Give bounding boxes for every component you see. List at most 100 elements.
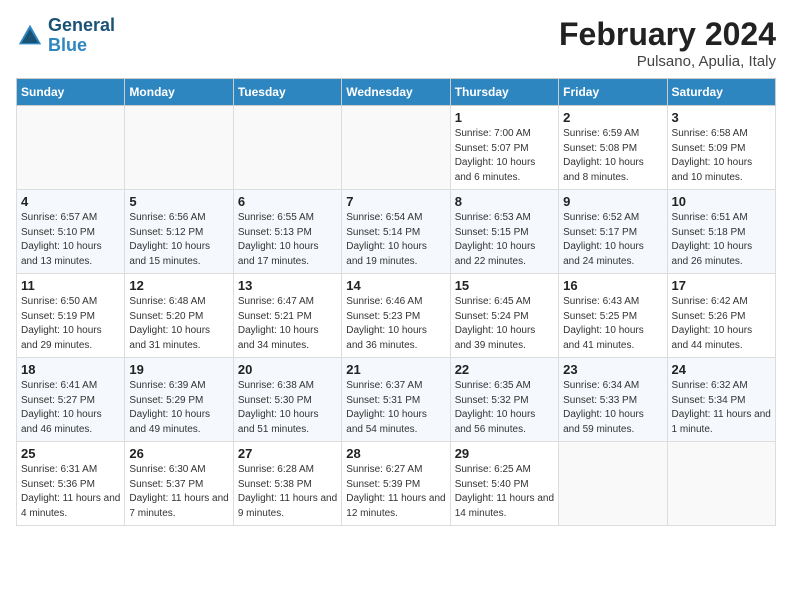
day-number: 7 [346, 194, 445, 209]
calendar-cell: 3Sunrise: 6:58 AMSunset: 5:09 PMDaylight… [667, 106, 775, 190]
day-number: 22 [455, 362, 554, 377]
day-number: 27 [238, 446, 337, 461]
calendar-week-row: 11 Sunrise: 6:50 AMSunset: 5:19 PMDayligh… [17, 274, 776, 358]
calendar-cell: 26 Sunrise: 6:30 AMSunset: 5:37 PMDayligh… [125, 442, 233, 526]
day-info: Sunrise: 6:59 AMSunset: 5:08 PMDaylight:… [563, 127, 662, 185]
month-year: February 2024 [559, 16, 776, 53]
day-info: Sunrise: 6:34 AMSunset: 5:33 PMDaylight:… [563, 379, 662, 437]
calendar-cell: 28 Sunrise: 6:27 AMSunset: 5:39 PMDayligh… [342, 442, 450, 526]
calendar-cell: 16 Sunrise: 6:43 AMSunset: 5:25 PMDayligh… [559, 274, 667, 358]
day-number: 11 [21, 278, 120, 293]
calendar-cell: 19Sunrise: 6:39 AMSunset: 5:29 PMDayligh… [125, 358, 233, 442]
calendar-week-row: 4Sunrise: 6:57 AMSunset: 5:10 PMDaylight… [17, 190, 776, 274]
day-number: 18 [21, 362, 120, 377]
weekday-header: Monday [125, 79, 233, 106]
day-number: 25 [21, 446, 120, 461]
day-number: 8 [455, 194, 554, 209]
day-number: 6 [238, 194, 337, 209]
calendar-cell: 2 Sunrise: 6:59 AMSunset: 5:08 PMDaylight… [559, 106, 667, 190]
calendar-cell: 13 Sunrise: 6:47 AMSunset: 5:21 PMDayligh… [233, 274, 341, 358]
day-number: 24 [672, 362, 771, 377]
day-info: Sunrise: 6:56 AMSunset: 5:12 PMDaylight:… [129, 211, 228, 269]
day-number: 29 [455, 446, 554, 461]
day-info: Sunrise: 6:25 AMSunset: 5:40 PMDaylight:… [455, 463, 554, 521]
calendar-cell: 21Sunrise: 6:37 AMSunset: 5:31 PMDayligh… [342, 358, 450, 442]
day-info: Sunrise: 6:50 AMSunset: 5:19 PMDaylight:… [21, 295, 120, 353]
day-info: Sunrise: 6:58 AMSunset: 5:09 PMDaylight:… [672, 127, 771, 185]
day-info: Sunrise: 6:41 AMSunset: 5:27 PMDaylight:… [21, 379, 120, 437]
day-info: Sunrise: 6:43 AMSunset: 5:25 PMDaylight:… [563, 295, 662, 353]
day-number: 20 [238, 362, 337, 377]
calendar-week-row: 18 Sunrise: 6:41 AMSunset: 5:27 PMDayligh… [17, 358, 776, 442]
calendar-cell [125, 106, 233, 190]
day-info: Sunrise: 6:27 AMSunset: 5:39 PMDaylight:… [346, 463, 445, 521]
day-info: Sunrise: 6:37 AMSunset: 5:31 PMDaylight:… [346, 379, 445, 437]
calendar-cell [17, 106, 125, 190]
calendar-table: SundayMondayTuesdayWednesdayThursdayFrid… [16, 78, 776, 526]
day-info: Sunrise: 6:52 AMSunset: 5:17 PMDaylight:… [563, 211, 662, 269]
day-info: Sunrise: 6:51 AMSunset: 5:18 PMDaylight:… [672, 211, 771, 269]
calendar-cell: 29 Sunrise: 6:25 AMSunset: 5:40 PMDayligh… [450, 442, 558, 526]
day-info: Sunrise: 6:30 AMSunset: 5:37 PMDaylight:… [129, 463, 228, 521]
day-number: 28 [346, 446, 445, 461]
calendar-week-row: 1 Sunrise: 7:00 AMSunset: 5:07 PMDaylight… [17, 106, 776, 190]
calendar-cell: 23 Sunrise: 6:34 AMSunset: 5:33 PMDayligh… [559, 358, 667, 442]
day-info: Sunrise: 6:38 AMSunset: 5:30 PMDaylight:… [238, 379, 337, 437]
day-number: 10 [672, 194, 771, 209]
logo: General Blue [16, 16, 115, 56]
calendar-cell: 17 Sunrise: 6:42 AMSunset: 5:26 PMDayligh… [667, 274, 775, 358]
day-info: Sunrise: 6:42 AMSunset: 5:26 PMDaylight:… [672, 295, 771, 353]
calendar-cell [667, 442, 775, 526]
calendar-cell: 5 Sunrise: 6:56 AMSunset: 5:12 PMDaylight… [125, 190, 233, 274]
day-number: 1 [455, 110, 554, 125]
calendar-cell: 18 Sunrise: 6:41 AMSunset: 5:27 PMDayligh… [17, 358, 125, 442]
day-number: 19 [129, 362, 228, 377]
calendar-cell [342, 106, 450, 190]
day-number: 13 [238, 278, 337, 293]
day-number: 23 [563, 362, 662, 377]
calendar-header: SundayMondayTuesdayWednesdayThursdayFrid… [17, 79, 776, 106]
day-info: Sunrise: 6:32 AMSunset: 5:34 PMDaylight:… [672, 379, 771, 437]
day-info: Sunrise: 6:47 AMSunset: 5:21 PMDaylight:… [238, 295, 337, 353]
calendar-cell: 15 Sunrise: 6:45 AMSunset: 5:24 PMDayligh… [450, 274, 558, 358]
calendar-cell [233, 106, 341, 190]
day-number: 15 [455, 278, 554, 293]
day-info: Sunrise: 6:48 AMSunset: 5:20 PMDaylight:… [129, 295, 228, 353]
calendar-cell: 24 Sunrise: 6:32 AMSunset: 5:34 PMDayligh… [667, 358, 775, 442]
calendar-cell: 22 Sunrise: 6:35 AMSunset: 5:32 PMDayligh… [450, 358, 558, 442]
day-info: Sunrise: 6:55 AMSunset: 5:13 PMDaylight:… [238, 211, 337, 269]
day-number: 14 [346, 278, 445, 293]
calendar-cell [559, 442, 667, 526]
day-number: 17 [672, 278, 771, 293]
location: Pulsano, Apulia, Italy [559, 53, 776, 70]
calendar-cell: 10 Sunrise: 6:51 AMSunset: 5:18 PMDayligh… [667, 190, 775, 274]
calendar-cell: 1 Sunrise: 7:00 AMSunset: 5:07 PMDaylight… [450, 106, 558, 190]
page-header: General Blue February 2024 Pulsano, Apul… [16, 16, 776, 70]
calendar-cell: 4Sunrise: 6:57 AMSunset: 5:10 PMDaylight… [17, 190, 125, 274]
calendar-cell: 6 Sunrise: 6:55 AMSunset: 5:13 PMDaylight… [233, 190, 341, 274]
title-area: February 2024 Pulsano, Apulia, Italy [559, 16, 776, 70]
day-number: 12 [129, 278, 228, 293]
day-info: Sunrise: 6:57 AMSunset: 5:10 PMDaylight:… [21, 211, 120, 269]
weekday-header: Wednesday [342, 79, 450, 106]
weekday-header: Tuesday [233, 79, 341, 106]
day-number: 26 [129, 446, 228, 461]
logo-text: General Blue [48, 16, 115, 56]
weekday-header: Thursday [450, 79, 558, 106]
weekday-header: Friday [559, 79, 667, 106]
day-number: 2 [563, 110, 662, 125]
day-info: Sunrise: 6:53 AMSunset: 5:15 PMDaylight:… [455, 211, 554, 269]
day-info: Sunrise: 6:35 AMSunset: 5:32 PMDaylight:… [455, 379, 554, 437]
weekday-header: Sunday [17, 79, 125, 106]
day-number: 16 [563, 278, 662, 293]
day-number: 5 [129, 194, 228, 209]
calendar-cell: 27Sunrise: 6:28 AMSunset: 5:38 PMDayligh… [233, 442, 341, 526]
calendar-cell: 20 Sunrise: 6:38 AMSunset: 5:30 PMDayligh… [233, 358, 341, 442]
calendar-cell: 25Sunrise: 6:31 AMSunset: 5:36 PMDayligh… [17, 442, 125, 526]
day-info: Sunrise: 7:00 AMSunset: 5:07 PMDaylight:… [455, 127, 554, 185]
calendar-cell: 8 Sunrise: 6:53 AMSunset: 5:15 PMDaylight… [450, 190, 558, 274]
calendar-cell: 14Sunrise: 6:46 AMSunset: 5:23 PMDayligh… [342, 274, 450, 358]
calendar-cell: 12 Sunrise: 6:48 AMSunset: 5:20 PMDayligh… [125, 274, 233, 358]
day-info: Sunrise: 6:45 AMSunset: 5:24 PMDaylight:… [455, 295, 554, 353]
day-number: 9 [563, 194, 662, 209]
